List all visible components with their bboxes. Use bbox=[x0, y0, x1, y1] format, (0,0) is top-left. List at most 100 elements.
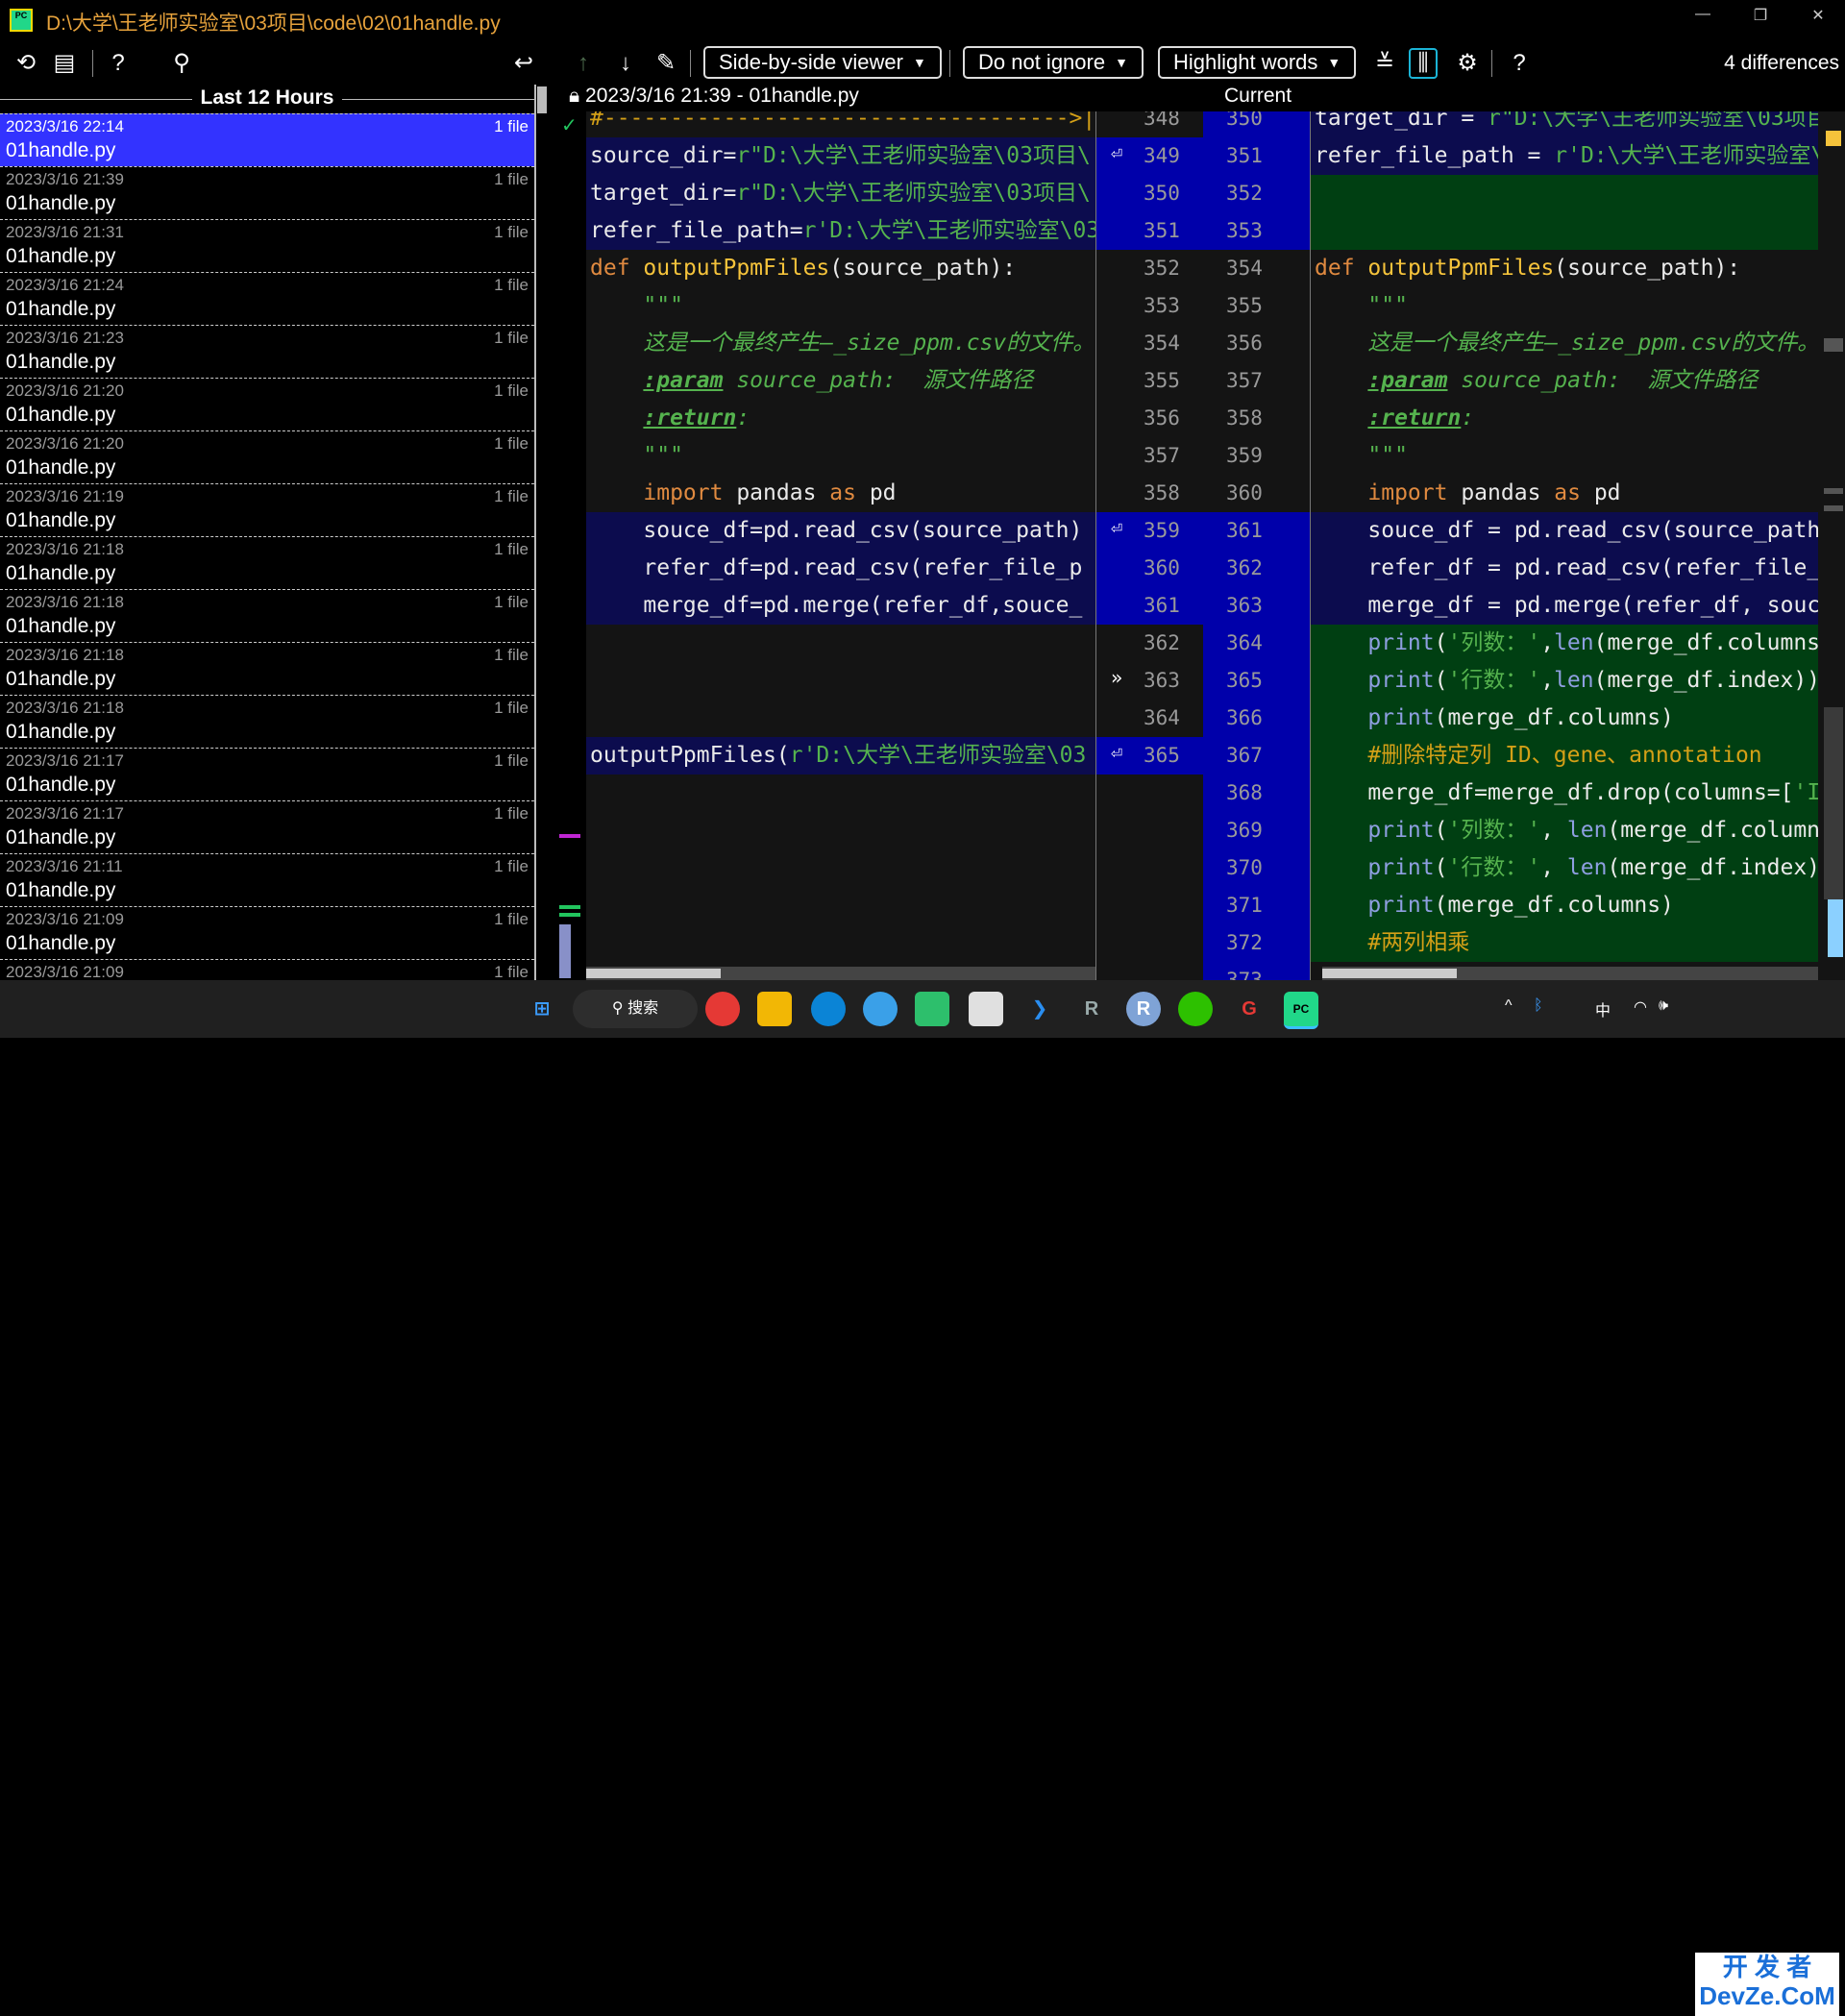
code-line[interactable]: refer_file_path=r'D:\大学\王老师实验室\03 bbox=[586, 212, 1095, 250]
history-item[interactable]: 2023/3/16 21:18 1 file 01handle.py bbox=[0, 536, 534, 589]
app-icon[interactable] bbox=[863, 992, 898, 1026]
undo-icon[interactable]: ⟲ bbox=[12, 50, 40, 77]
app-icon[interactable] bbox=[915, 992, 949, 1026]
gear-icon[interactable]: ⚙ bbox=[1453, 50, 1482, 77]
code-line[interactable]: def outputPpmFiles(source_path): bbox=[586, 250, 1095, 287]
code-line[interactable]: merge_df=pd.merge(refer_df,souce_ bbox=[586, 587, 1095, 625]
history-item[interactable]: 2023/3/16 21:18 1 file 01handle.py bbox=[0, 695, 534, 748]
help-button-2[interactable]: ? bbox=[1505, 50, 1534, 77]
code-line[interactable]: :return: bbox=[1311, 400, 1818, 437]
history-item[interactable]: 2023/3/16 21:24 1 file 01handle.py bbox=[0, 272, 534, 325]
code-line[interactable] bbox=[586, 662, 1095, 700]
history-item[interactable]: 2023/3/16 21:18 1 file 01handle.py bbox=[0, 589, 534, 642]
code-line[interactable]: merge_df = pd.merge(refer_df, souc bbox=[1311, 587, 1818, 625]
scrollbar-thumb[interactable] bbox=[537, 86, 547, 113]
history-item[interactable]: 2023/3/16 21:39 1 file 01handle.py bbox=[0, 166, 534, 219]
chrome-icon[interactable] bbox=[705, 992, 740, 1026]
r-icon[interactable]: R bbox=[1126, 992, 1161, 1026]
pencil-icon[interactable]: ✎ bbox=[652, 50, 680, 77]
minimize-button[interactable]: — bbox=[1684, 6, 1722, 23]
history-item[interactable]: 2023/3/16 21:11 1 file 01handle.py bbox=[0, 853, 534, 906]
code-line[interactable]: source_dir=r"D:\大学\王老师实验室\03项目\ bbox=[586, 137, 1095, 175]
apply-change-icon[interactable]: ⏎ bbox=[1111, 141, 1122, 164]
code-line[interactable]: #----------------------------------->| bbox=[586, 111, 1095, 137]
edge-icon[interactable] bbox=[811, 992, 846, 1026]
history-item[interactable]: 2023/3/16 21:20 1 file 01handle.py bbox=[0, 430, 534, 483]
code-line[interactable]: target_dir=r"D:\大学\王老师实验室\03项目\ bbox=[586, 175, 1095, 212]
code-line[interactable] bbox=[1311, 175, 1818, 212]
history-item[interactable]: 2023/3/16 21:31 1 file 01handle.py bbox=[0, 219, 534, 272]
code-line[interactable]: refer_df = pd.read_csv(refer_file_p bbox=[1311, 550, 1818, 587]
code-line[interactable]: :param source_path: 源文件路径 bbox=[586, 362, 1095, 400]
history-item[interactable]: 2023/3/16 21:17 1 file 01handle.py bbox=[0, 748, 534, 800]
bluetooth-icon[interactable]: ᛒ bbox=[1534, 997, 1543, 1015]
history-item[interactable]: 2023/3/16 21:19 1 file 01handle.py bbox=[0, 483, 534, 536]
code-line[interactable]: print(merge_df.columns) bbox=[1311, 887, 1818, 924]
history-scrollbar[interactable] bbox=[534, 85, 550, 980]
sync-scroll-icon[interactable]: ⫼ bbox=[1409, 48, 1438, 79]
code-line[interactable]: print('列数：', len(merge_df.column bbox=[1311, 812, 1818, 849]
left-horizontal-scrollbar[interactable] bbox=[586, 967, 1095, 980]
close-button[interactable]: ✕ bbox=[1799, 6, 1837, 25]
wifi-icon[interactable]: ◠ bbox=[1634, 997, 1647, 1017]
history-item[interactable]: 2023/3/16 21:23 1 file 01handle.py bbox=[0, 325, 534, 378]
code-line[interactable]: print('列数：',len(merge_df.columns bbox=[1311, 625, 1818, 662]
highlight-dropdown[interactable]: Highlight words ▼ bbox=[1158, 46, 1357, 79]
left-editor-pane[interactable]: #----------------------------------->| so… bbox=[586, 111, 1095, 980]
code-line[interactable]: souce_df=pd.read_csv(source_path) bbox=[586, 512, 1095, 550]
code-line[interactable]: outputPpmFiles(r'D:\大学\王老师实验室\03 bbox=[586, 737, 1095, 774]
code-line[interactable]: def outputPpmFiles(source_path): bbox=[1311, 250, 1818, 287]
code-line[interactable]: :param source_path: 源文件路径 bbox=[1311, 362, 1818, 400]
wrap-icon[interactable]: ↩ bbox=[509, 50, 538, 77]
code-line[interactable] bbox=[586, 700, 1095, 737]
app-icon[interactable]: G bbox=[1232, 992, 1267, 1026]
arrow-up-icon[interactable]: ↑ bbox=[569, 50, 598, 77]
apply-change-icon[interactable]: ⏎ bbox=[1111, 516, 1122, 539]
code-line[interactable]: print('行数：',len(merge_df.index)) bbox=[1311, 662, 1818, 700]
code-line[interactable]: #删除特定列 ID、gene、annotation bbox=[1311, 737, 1818, 774]
code-line[interactable]: refer_df=pd.read_csv(refer_file_p bbox=[586, 550, 1095, 587]
scrollbar-thumb[interactable] bbox=[586, 969, 721, 978]
pycharm-taskbar-icon[interactable]: PC bbox=[1284, 992, 1318, 1029]
code-line[interactable] bbox=[586, 625, 1095, 662]
search-icon[interactable]: ⚲ bbox=[167, 50, 196, 77]
patch-icon[interactable]: ▤ bbox=[50, 50, 79, 77]
ime-indicator[interactable]: 中 bbox=[1595, 997, 1611, 1020]
code-line[interactable]: 这是一个最终产生—_size_ppm.csv的文件。 bbox=[586, 325, 1095, 362]
code-line[interactable]: #两列相乘 bbox=[1311, 924, 1818, 962]
right-horizontal-scrollbar[interactable] bbox=[1322, 967, 1818, 980]
code-line[interactable]: print(merge_df.columns) bbox=[1311, 700, 1818, 737]
viewer-dropdown[interactable]: Side-by-side viewer ▼ bbox=[703, 46, 942, 79]
wechat-icon[interactable] bbox=[1178, 992, 1213, 1026]
arrow-down-icon[interactable]: ↓ bbox=[611, 50, 640, 77]
collapse-unchanged-icon[interactable]: ≚ bbox=[1370, 50, 1399, 77]
right-editor-pane[interactable]: target_dir = r"D:\大学\王老师实验室\03项目 refer_fi… bbox=[1311, 111, 1818, 980]
tray-overflow[interactable]: ^ bbox=[1505, 997, 1513, 1015]
apply-change-icon[interactable]: » bbox=[1111, 666, 1122, 689]
history-item[interactable]: 2023/3/16 21:091 file01handle.py bbox=[0, 959, 534, 980]
code-line[interactable]: merge_df=merge_df.drop(columns=['I bbox=[1311, 774, 1818, 812]
history-item[interactable]: 2023/3/16 21:18 1 file 01handle.py bbox=[0, 642, 534, 695]
code-line[interactable]: """ bbox=[1311, 437, 1818, 475]
code-line[interactable]: print('行数：', len(merge_df.index) bbox=[1311, 849, 1818, 887]
code-line[interactable]: 这是一个最终产生—_size_ppm.csv的文件。 bbox=[1311, 325, 1818, 362]
taskbar-search[interactable]: ⚲ 搜索 bbox=[573, 990, 698, 1028]
code-line[interactable] bbox=[1311, 212, 1818, 250]
ignore-dropdown[interactable]: Do not ignore ▼ bbox=[963, 46, 1144, 79]
code-line[interactable]: import pandas as pd bbox=[586, 475, 1095, 512]
history-item[interactable]: 2023/3/16 21:17 1 file 01handle.py bbox=[0, 800, 534, 853]
code-line[interactable]: souce_df = pd.read_csv(source_path) bbox=[1311, 512, 1818, 550]
code-line[interactable]: """ bbox=[586, 437, 1095, 475]
apply-change-icon[interactable]: ⏎ bbox=[1111, 741, 1122, 764]
r-studio-icon[interactable]: R bbox=[1074, 992, 1109, 1026]
code-line[interactable]: import pandas as pd bbox=[1311, 475, 1818, 512]
code-line[interactable]: refer_file_path = r'D:\大学\王老师实验室\0 bbox=[1311, 137, 1818, 175]
document-icon[interactable] bbox=[969, 992, 1003, 1026]
vscode-icon[interactable]: ❯ bbox=[1022, 992, 1057, 1026]
scrollbar-thumb[interactable] bbox=[1322, 969, 1457, 978]
history-item[interactable]: 2023/3/16 21:20 1 file 01handle.py bbox=[0, 378, 534, 430]
code-line[interactable]: """ bbox=[586, 287, 1095, 325]
start-icon[interactable]: ⊞ bbox=[525, 992, 559, 1026]
history-item[interactable]: 2023/3/16 22:14 1 file 01handle.py bbox=[0, 113, 534, 166]
volume-icon[interactable]: 🕪︎ bbox=[1659, 997, 1668, 1015]
